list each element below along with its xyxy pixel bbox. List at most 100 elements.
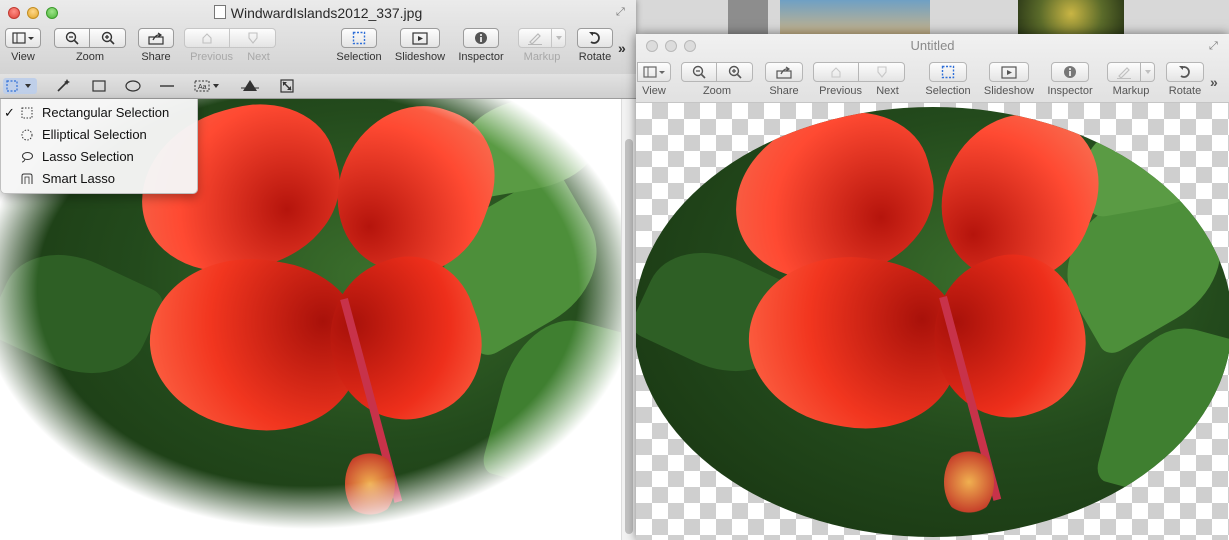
markup-pen-icon [1117,66,1131,79]
toolbar: View Zoom Share Previous Next Selection … [636,62,1229,108]
share-icon [776,66,792,79]
inspector-group: Inspector [1044,62,1096,97]
rotate-group: Rotate [1166,62,1204,97]
markup-pen-icon [528,32,542,45]
window-title: Untitled [910,38,955,53]
slideshow-button[interactable] [989,62,1029,82]
slideshow-group: Slideshow [392,28,448,63]
instant-alpha-tool[interactable] [54,78,72,94]
background-photo-beach [780,0,930,34]
oval-shape-tool[interactable] [123,78,143,94]
rotate-label: Rotate [1168,85,1202,97]
menu-item-lasso-selection[interactable]: Lasso Selection [1,146,197,168]
rectangle-shape-tool[interactable] [90,78,108,94]
inspector-button[interactable] [463,28,499,48]
zoom-label: Zoom [75,51,105,63]
checkmark-icon: ✓ [4,105,15,120]
inspector-label: Inspector [458,51,504,63]
zoom-in-button[interactable] [90,28,126,48]
rotate-button[interactable] [577,28,613,48]
slideshow-label: Slideshow [983,85,1035,97]
view-group: View [636,62,672,97]
zoom-in-icon [101,31,115,45]
markup-toolbar: Aa [0,74,636,99]
previous-page-icon [831,67,841,78]
markup-label: Markup [523,51,561,63]
adjust-color-tool[interactable] [240,78,260,94]
view-button[interactable] [5,28,41,48]
menu-item-label: Lasso Selection [42,149,134,164]
selection-tool-button[interactable] [3,78,37,94]
markup-menu-button[interactable] [552,28,566,48]
preview-window-main: WindwardIslands2012_337.jpg ⤢ View Zoom … [0,0,636,540]
selection-label: Selection [925,85,971,97]
pollen-cluster [944,447,994,517]
selection-label: Selection [336,51,382,63]
menu-item-rectangular-selection[interactable]: ✓ Rectangular Selection [1,102,197,124]
zoom-out-icon [65,31,79,45]
menu-item-label: Elliptical Selection [42,127,147,142]
slideshow-group: Slideshow [981,62,1037,97]
slideshow-label: Slideshow [394,51,446,63]
selection-icon [941,65,955,79]
navigation-group: Previous Next [812,62,906,97]
toolbar-overflow-icon[interactable]: » [618,40,626,56]
menu-item-smart-lasso[interactable]: Smart Lasso [1,168,197,190]
adjust-size-tool[interactable] [278,78,296,94]
text-tool[interactable]: Aa [192,78,224,94]
previous-page-icon [202,33,212,44]
magic-wand-icon [57,79,70,92]
window-title-text: WindwardIslands2012_337.jpg [230,5,423,21]
zoom-out-button[interactable] [681,62,717,82]
slideshow-icon [1001,65,1017,79]
vertical-scrollbar[interactable] [621,99,636,540]
next-page-icon [247,32,258,44]
share-icon [148,32,164,45]
chevron-down-icon [1144,70,1151,74]
slideshow-icon [412,31,428,45]
selection-tool-menu: ✓ Rectangular Selection Elliptical Selec… [0,99,198,194]
view-group: View [4,28,42,63]
next-button[interactable] [230,28,276,48]
next-page-icon [876,66,887,78]
scrollbar-thumb[interactable] [625,139,633,534]
background-desktop [620,0,1229,36]
zoom-in-button[interactable] [717,62,753,82]
markup-button[interactable] [518,28,552,48]
preview-window-untitled: Untitled ⤢ View Zoom Share Previous Next… [636,34,1229,540]
info-icon [475,32,487,44]
line-icon [160,85,174,87]
fullscreen-icon[interactable]: ⤢ [1209,40,1221,52]
inspector-button[interactable] [1051,62,1089,82]
previous-button[interactable] [813,62,859,82]
view-button[interactable] [637,62,671,82]
previous-button[interactable] [184,28,230,48]
sidebar-icon [12,32,34,44]
rotate-button[interactable] [1166,62,1204,82]
markup-button[interactable] [1107,62,1141,82]
info-icon [1064,66,1076,78]
zoom-out-button[interactable] [54,28,90,48]
image-canvas[interactable] [636,103,1229,540]
slideshow-button[interactable] [400,28,440,48]
sidebar-icon [643,66,665,78]
next-button[interactable] [859,62,905,82]
share-button[interactable] [765,62,803,82]
line-tool[interactable] [158,78,176,94]
fullscreen-icon[interactable]: ⤢ [616,6,628,18]
selection-button[interactable] [929,62,967,82]
window-title: WindwardIslands2012_337.jpg [0,5,636,21]
leaf [1077,107,1229,219]
share-button[interactable] [138,28,174,48]
selection-button[interactable] [341,28,377,48]
view-label: View [11,51,35,63]
background-photo-palm [1018,0,1124,34]
menu-item-elliptical-selection[interactable]: Elliptical Selection [1,124,197,146]
toolbar: View Zoom Share Previous Next Selection … [0,28,636,74]
markup-menu-button[interactable] [1141,62,1155,82]
rect-selection-icon [21,107,33,119]
zoom-group: Zoom [681,62,753,97]
toolbar-overflow-icon[interactable]: » [1210,74,1218,90]
document-icon[interactable] [213,5,226,19]
lasso-icon [21,152,33,163]
